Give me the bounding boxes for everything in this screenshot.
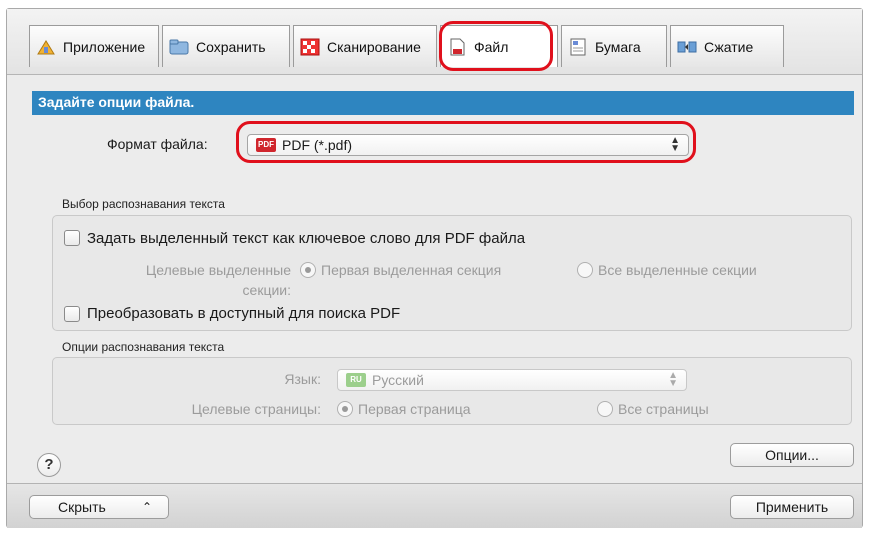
language-flag-icon: RU: [346, 373, 366, 387]
target-sections-label-2: секции:: [242, 282, 291, 298]
file-format-select[interactable]: PDF PDF (*.pdf) ▲ ▼: [247, 134, 689, 156]
keyword-checkbox-label: Задать выделенный текст как ключевое сло…: [87, 230, 526, 247]
tab-compression[interactable]: Сжатие: [670, 25, 784, 67]
file-format-value: PDF (*.pdf): [282, 137, 353, 153]
hide-button-label: Скрыть: [58, 499, 106, 515]
all-pages-radio[interactable]: [597, 401, 613, 417]
paper-icon: [568, 38, 588, 56]
first-section-radio[interactable]: [300, 262, 316, 278]
ocr-options-title: Опции распознавания текста: [62, 340, 225, 354]
tab-save[interactable]: Сохранить: [162, 25, 290, 67]
tab-label: Сжатие: [704, 38, 754, 55]
first-page-radio[interactable]: [337, 401, 353, 417]
page-title: Задайте опции файла.: [32, 91, 854, 115]
pdf-icon: PDF: [256, 138, 276, 152]
chevron-up-icon: ⌃: [141, 500, 152, 514]
file-icon: [447, 38, 467, 56]
first-section-label: Первая выделенная секция: [321, 262, 502, 278]
tab-label: Бумага: [595, 38, 641, 55]
hide-button[interactable]: Скрыть ⌃: [29, 495, 169, 519]
tab-label: Сохранить: [196, 38, 266, 55]
first-page-label: Первая страница: [358, 401, 471, 417]
tab-scanning[interactable]: Сканирование: [293, 25, 437, 67]
target-sections-label: Целевые выделенные: [145, 262, 291, 278]
tab-paper[interactable]: Бумага: [561, 25, 667, 67]
ocr-selection-title: Выбор распознавания текста: [62, 197, 225, 211]
tab-file[interactable]: Файл: [440, 25, 558, 67]
apply-button[interactable]: Применить: [730, 495, 854, 519]
application-icon: [36, 38, 56, 56]
tab-label: Сканирование: [327, 38, 421, 55]
folder-icon: [169, 38, 189, 56]
all-sections-radio[interactable]: [577, 262, 593, 278]
tab-label: Файл: [474, 38, 509, 55]
searchable-pdf-checkbox[interactable]: [64, 306, 80, 322]
tab-label: Приложение: [63, 38, 146, 55]
language-value: Русский: [372, 372, 424, 388]
compression-icon: [677, 38, 697, 56]
scan-icon: [300, 38, 320, 56]
updown-arrows-icon: ▲ ▼: [668, 370, 678, 389]
searchable-pdf-label: Преобразовать в доступный для поиска PDF: [87, 305, 401, 322]
options-button[interactable]: Опции...: [730, 443, 854, 467]
bottom-bar: Скрыть ⌃ Применить: [7, 483, 862, 528]
file-format-label: Формат файла:: [107, 136, 208, 152]
tab-bar: Приложение Сохранить Сканирование Файл Б…: [7, 9, 862, 75]
file-options-panel: Задайте опции файла. Формат файла: PDF P…: [7, 75, 862, 475]
language-label: Язык:: [284, 371, 321, 387]
all-sections-label: Все выделенные секции: [598, 262, 757, 278]
all-pages-label: Все страницы: [618, 401, 709, 417]
language-select[interactable]: RU Русский ▲ ▼: [337, 369, 687, 391]
target-pages-label: Целевые страницы:: [191, 401, 321, 417]
tab-application[interactable]: Приложение: [29, 25, 159, 67]
keyword-checkbox[interactable]: [64, 230, 80, 246]
help-button[interactable]: ?: [37, 453, 61, 477]
scan-settings-window: Приложение Сохранить Сканирование Файл Б…: [6, 8, 863, 528]
updown-arrows-icon: ▲ ▼: [670, 135, 680, 154]
